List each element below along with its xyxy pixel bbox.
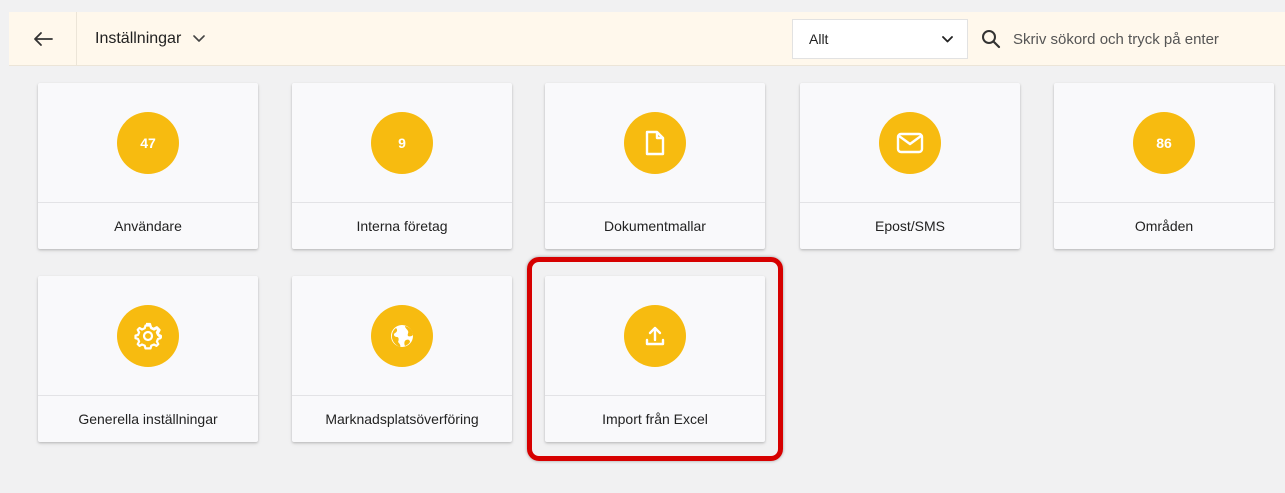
- count-badge: 9: [371, 111, 433, 174]
- tile-label: Epost/SMS: [874, 218, 946, 234]
- tile-generella-installningar[interactable]: Generella inställningar: [38, 276, 258, 442]
- chevron-down-icon: [193, 34, 206, 43]
- search-input[interactable]: [1013, 30, 1263, 48]
- search-box: [981, 19, 1281, 59]
- tile-dokumentmallar[interactable]: Dokumentmallar: [545, 83, 765, 249]
- chevron-down-icon: [942, 35, 953, 42]
- search-icon[interactable]: [981, 29, 1001, 49]
- document-icon: [645, 130, 665, 155]
- tile-anvandare[interactable]: 47 Användare: [38, 83, 258, 249]
- section-title-dropdown[interactable]: Inställningar: [95, 29, 206, 48]
- count-badge: 47: [117, 111, 179, 174]
- count-badge: 86: [1133, 111, 1195, 174]
- tile-label: Användare: [114, 218, 182, 234]
- tile-label: Generella inställningar: [78, 411, 218, 427]
- tile-omraden[interactable]: 86 Områden: [1054, 83, 1274, 249]
- tile-label: Interna företag: [356, 218, 448, 234]
- tile-import-fran-excel[interactable]: Import från Excel: [545, 276, 765, 442]
- tile-label: Dokumentmallar: [604, 218, 706, 234]
- tile-epost-sms[interactable]: Epost/SMS: [800, 83, 1020, 249]
- gear-icon: [134, 322, 162, 349]
- filter-select-value: Allt: [809, 31, 829, 47]
- tile-marknadsplatsoverforing[interactable]: Marknadsplatsöverföring: [292, 276, 512, 442]
- globe-icon: [391, 324, 413, 347]
- back-button[interactable]: [9, 11, 77, 66]
- tile-label: Import från Excel: [602, 411, 708, 427]
- tile-interna-foretag[interactable]: 9 Interna företag: [292, 83, 512, 249]
- page-title: Inställningar: [95, 29, 182, 47]
- top-bar: Inställningar Allt: [9, 11, 1285, 66]
- tile-label: Marknadsplatsöverföring: [325, 411, 479, 427]
- arrow-left-icon: [33, 31, 53, 46]
- tile-label: Områden: [1134, 218, 1194, 234]
- envelope-icon: [896, 132, 924, 153]
- filter-select[interactable]: Allt: [792, 19, 968, 59]
- upload-icon: [645, 326, 665, 345]
